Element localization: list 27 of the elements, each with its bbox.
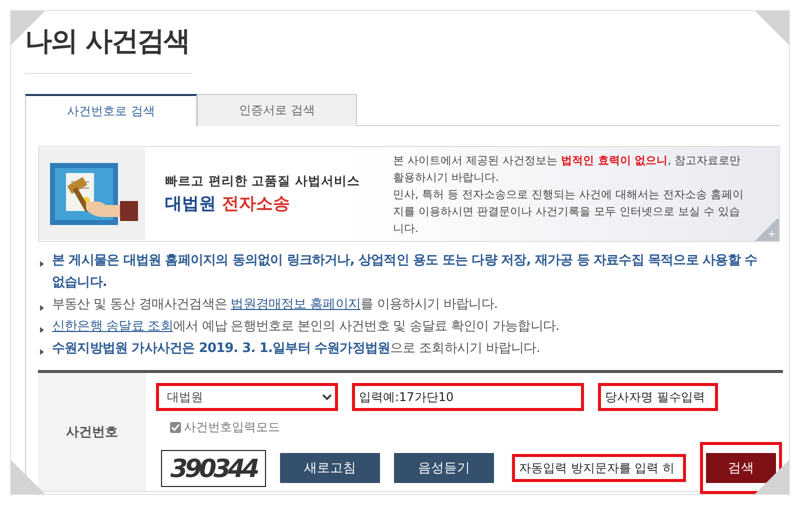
notice-text: 본 게시물은 대법원 홈페이지의 동의없이 링크하거나, 상업적인 용도 또는 다량 저장, 재가공 등 자료수집 목적으로 사용할 수 없습니다. — [52, 252, 758, 292]
banner-notice: 본 사이트에서 제공된 사건정보는 법적인 효력이 없으니, 참고자료로만 활용하시기 바랍니다. — [393, 152, 742, 186]
case-number-field[interactable]: 입력예:17가단10 — [352, 383, 584, 411]
banner-tagline: 빠르고 편리한 고품질 사법서비스 — [165, 173, 362, 190]
search-button[interactable]: 검색 — [706, 453, 776, 483]
banner[interactable]: 빠르고 편리한 고품질 사법서비스 대법원 전자소송 본 사이트에서 제공된 사건정보는 법적인 효력이 없으니, 참고자료로만 활용하시기 바랍니다. 민사, 특허 등 전자소송으로 진행되는 사건에 대해서는 전자소송 홈페이지를 이용하시면 판결문이나 사건기록을 모두 인터넷으로 보실 수 있습니다. + — [38, 146, 780, 242]
brand-service: 전자소송 — [222, 194, 290, 214]
refresh-button[interactable]: 새로고침 — [280, 453, 380, 483]
checkbox-label: 사건번호입력모드 — [184, 419, 280, 436]
notice-text: 신한은행 송달료 조회에서 예납 은행번호로 본인의 사건번호 및 송달료 확인이 가능합니다. — [52, 318, 560, 336]
checkbox[interactable] — [170, 422, 181, 433]
court-select[interactable]: 대법원 — [156, 383, 338, 411]
notice-link[interactable]: 신한은행 송달료 조회 — [52, 319, 173, 334]
tab[interactable]: 인증서로 검색 — [197, 94, 357, 126]
captcha-image: 390344 — [161, 450, 266, 486]
captcha-field[interactable]: 자동입력 방지문자를 입력 히 — [512, 454, 686, 482]
party-name-field[interactable]: 당사자명 필수입력 — [598, 383, 718, 411]
notice-link[interactable]: 법원경매정보 홈페이지 — [230, 297, 360, 312]
notice-text: 부동산 및 동산 경매사건검색은 법원경매정보 홈페이지를 이용하시기 바랍니다. — [52, 296, 498, 314]
tab[interactable]: 사건번호로 검색 — [25, 94, 197, 126]
audio-button[interactable]: 음성듣기 — [394, 453, 494, 483]
notice-text: 수원지방법원 가사사건은 2019. 3. 1.일부터 수원가정법원으로 조회하시기 바랍니다. — [52, 340, 540, 358]
page-title: 나의 사건검색 — [25, 25, 190, 59]
banner-notice: 민사, 특허 등 전자소송으로 진행되는 사건에 대해서는 전자소송 홈페이지를 이용하시면 판결문이나 사건기록을 모두 인터넷으로 보실 수 있습니다. — [393, 186, 744, 236]
corner-decoration — [755, 11, 789, 45]
form-label: 사건번호 — [38, 373, 146, 491]
brand-name: 대법원 — [165, 194, 216, 214]
